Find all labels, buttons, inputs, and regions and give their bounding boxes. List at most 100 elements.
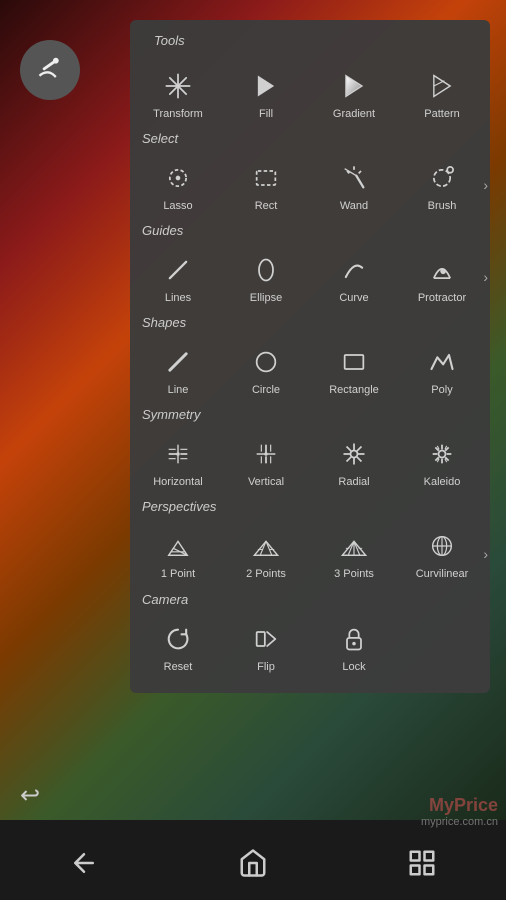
line-icon	[160, 344, 196, 380]
lock-label: Lock	[342, 661, 365, 673]
radial-icon	[336, 436, 372, 472]
tools-row-shapes: Line Circle Rectangle Poly	[130, 332, 490, 406]
nav-apps-button[interactable]	[407, 848, 437, 885]
nav-bar	[0, 832, 506, 900]
brush-circle-button[interactable]	[20, 40, 80, 100]
tools-panel: Tools Transform Fill Gradient	[130, 20, 490, 693]
empty-slot	[398, 613, 486, 679]
tool-reset[interactable]: Reset	[134, 613, 222, 679]
curvilinear-icon	[424, 528, 460, 564]
tool-lines[interactable]: Lines	[134, 244, 222, 310]
protractor-icon	[424, 252, 460, 288]
undo-button[interactable]: ↩	[20, 781, 40, 810]
tool-curvilinear[interactable]: Curvilinear	[398, 520, 486, 586]
tool-brush-sel[interactable]: Brush	[398, 152, 486, 218]
lasso-icon	[160, 160, 196, 196]
1point-icon	[160, 528, 196, 564]
tool-poly[interactable]: Poly	[398, 336, 486, 402]
nav-home-button[interactable]	[238, 848, 268, 885]
tool-1point[interactable]: 1 Point	[134, 520, 222, 586]
perspectives-label: Perspectives	[130, 495, 228, 518]
kaleido-icon	[424, 436, 460, 472]
rect-icon	[248, 160, 284, 196]
tool-rect[interactable]: Rect	[222, 152, 310, 218]
2points-icon	[248, 528, 284, 564]
reset-label: Reset	[164, 661, 193, 673]
brush-sel-label: Brush	[428, 200, 457, 212]
gradient-icon	[336, 68, 372, 104]
tool-curve[interactable]: Curve	[310, 244, 398, 310]
circle-icon	[248, 344, 284, 380]
tool-radial[interactable]: Radial	[310, 428, 398, 494]
tool-gradient[interactable]: Gradient	[310, 60, 398, 126]
gradient-label: Gradient	[333, 108, 375, 120]
3points-icon	[336, 528, 372, 564]
select-label: Select	[130, 127, 190, 150]
tool-2points[interactable]: 2 Points	[222, 520, 310, 586]
rect-label: Rect	[255, 200, 278, 212]
vertical-icon	[248, 436, 284, 472]
tool-vertical[interactable]: Vertical	[222, 428, 310, 494]
poly-label: Poly	[431, 384, 452, 396]
1point-label: 1 Point	[161, 568, 195, 580]
tool-transform[interactable]: Transform	[134, 60, 222, 126]
guides-arrow: ›	[483, 269, 488, 285]
radial-label: Radial	[338, 476, 369, 488]
fill-label: Fill	[259, 108, 273, 120]
tool-wand[interactable]: Wand	[310, 152, 398, 218]
camera-label: Camera	[130, 588, 200, 611]
nav-back-button[interactable]	[69, 848, 99, 885]
curve-label: Curve	[339, 292, 368, 304]
tool-protractor[interactable]: Protractor	[398, 244, 486, 310]
3points-label: 3 Points	[334, 568, 374, 580]
rectangle-icon	[336, 344, 372, 380]
tool-ellipse[interactable]: Ellipse	[222, 244, 310, 310]
lasso-label: Lasso	[163, 200, 192, 212]
reset-icon	[160, 621, 196, 657]
horizontal-label: Horizontal	[153, 476, 203, 488]
protractor-label: Protractor	[418, 292, 466, 304]
tool-lasso[interactable]: Lasso	[134, 152, 222, 218]
ellipse-icon	[248, 252, 284, 288]
curvilinear-label: Curvilinear	[416, 568, 469, 580]
tool-fill[interactable]: Fill	[222, 60, 310, 126]
poly-icon	[424, 344, 460, 380]
watermark-url: myprice.com.cn	[421, 816, 498, 828]
move-icon	[160, 68, 196, 104]
symmetry-label: Symmetry	[130, 403, 213, 426]
kaleido-label: Kaleido	[424, 476, 461, 488]
wand-icon	[336, 160, 372, 196]
shapes-label: Shapes	[130, 311, 198, 334]
wand-label: Wand	[340, 200, 368, 212]
panel-title: Tools	[142, 29, 197, 52]
line-label: Line	[168, 384, 189, 396]
brush-sel-icon	[424, 160, 460, 196]
fill-icon	[248, 68, 284, 104]
tool-horizontal[interactable]: Horizontal	[134, 428, 222, 494]
flip-label: Flip	[257, 661, 275, 673]
pattern-label: Pattern	[424, 108, 459, 120]
tools-row-perspectives: 1 Point 2 Points	[130, 516, 490, 590]
tool-line[interactable]: Line	[134, 336, 222, 402]
tool-pattern[interactable]: Pattern	[398, 60, 486, 126]
tools-row-guides: Lines Ellipse Curve Protractor ›	[130, 240, 490, 314]
lines-label: Lines	[165, 292, 191, 304]
lock-icon	[336, 621, 372, 657]
vertical-label: Vertical	[248, 476, 284, 488]
tools-row-main: Transform Fill Gradient	[130, 56, 490, 130]
tools-row-symmetry: Horizontal Vertical	[130, 424, 490, 498]
2points-label: 2 Points	[246, 568, 286, 580]
tool-kaleido[interactable]: Kaleido	[398, 428, 486, 494]
circle-label: Circle	[252, 384, 280, 396]
tools-row-select: Lasso Rect Wand	[130, 148, 490, 222]
watermark-brand: MyPrice	[421, 795, 498, 816]
tool-3points[interactable]: 3 Points	[310, 520, 398, 586]
tool-flip[interactable]: Flip	[222, 613, 310, 679]
transform-label: Transform	[153, 108, 203, 120]
tools-row-camera: Reset Flip Lock	[130, 609, 490, 683]
tool-circle[interactable]: Circle	[222, 336, 310, 402]
tool-lock[interactable]: Lock	[310, 613, 398, 679]
guides-label: Guides	[130, 219, 195, 242]
curve-icon	[336, 252, 372, 288]
tool-rectangle[interactable]: Rectangle	[310, 336, 398, 402]
